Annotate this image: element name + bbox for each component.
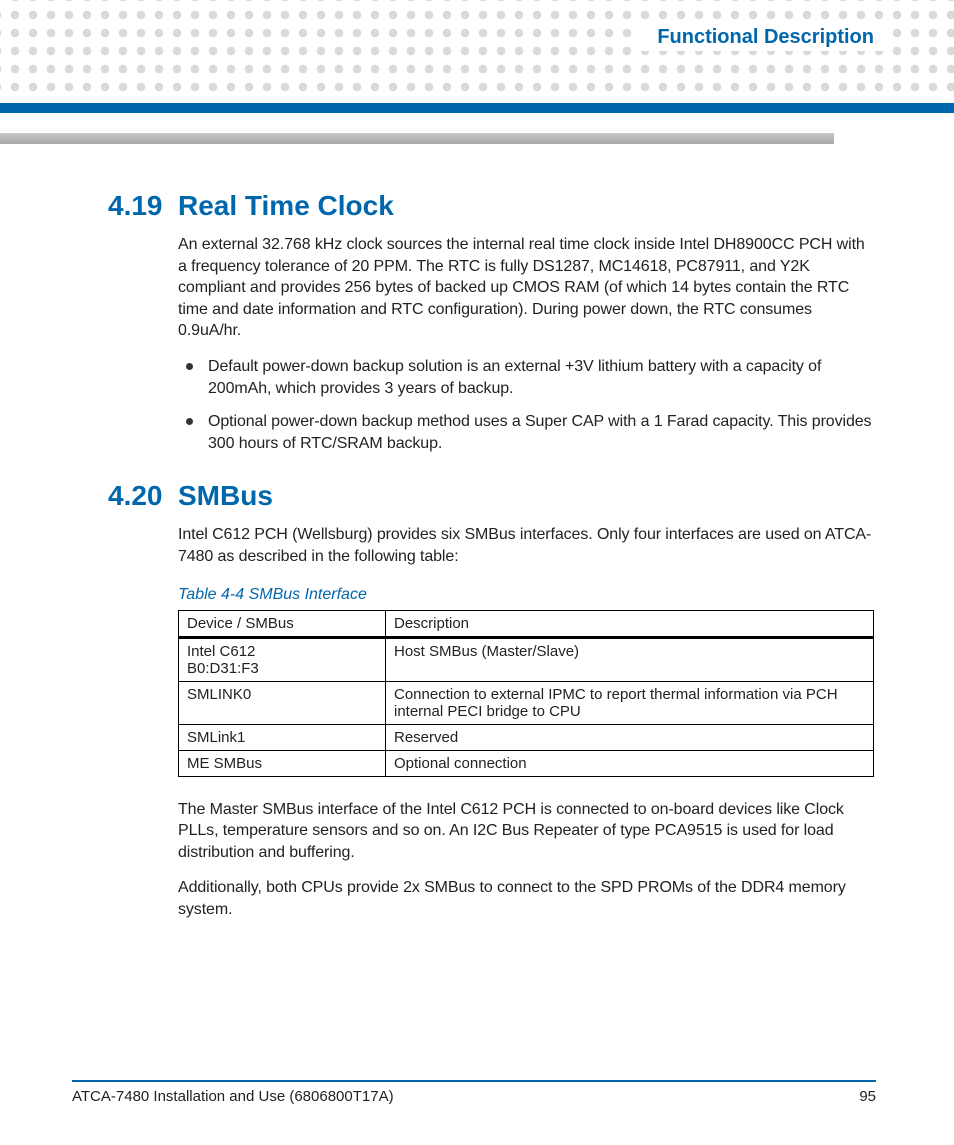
table-row: SMLINK0 Connection to external IPMC to r…	[179, 681, 874, 724]
rtc-bullet-list: Default power-down backup solution is an…	[178, 356, 874, 454]
cell-description: Reserved	[386, 724, 874, 750]
list-item: Default power-down backup solution is an…	[178, 356, 874, 399]
header-blue-rule	[0, 103, 954, 113]
section-heading-rtc: 4.19 Real Time Clock	[108, 190, 874, 222]
footer-doc-title: ATCA-7480 Installation and Use (6806800T…	[72, 1088, 394, 1105]
cell-device: SMLINK0	[179, 681, 386, 724]
section-number: 4.20	[108, 480, 178, 512]
section-title: SMBus	[178, 480, 273, 512]
cell-device: SMLink1	[179, 724, 386, 750]
section-title: Real Time Clock	[178, 190, 394, 222]
page-footer: ATCA-7480 Installation and Use (6806800T…	[72, 1080, 876, 1105]
table-header-description: Description	[386, 610, 874, 637]
cell-description: Connection to external IPMC to report th…	[386, 681, 874, 724]
list-item: Optional power-down backup method uses a…	[178, 411, 874, 454]
table-caption: Table 4-4 SMBus Interface	[178, 586, 874, 604]
section-number: 4.19	[108, 190, 178, 222]
rtc-paragraph: An external 32.768 kHz clock sources the…	[178, 234, 874, 342]
table-row: ME SMBus Optional connection	[179, 750, 874, 776]
cell-device: ME SMBus	[179, 750, 386, 776]
running-header: Functional Description	[637, 24, 884, 51]
running-header-title: Functional Description	[657, 26, 874, 48]
page-content: 4.19 Real Time Clock An external 32.768 …	[108, 170, 874, 935]
table-row: SMLink1 Reserved	[179, 724, 874, 750]
smbus-intro: Intel C612 PCH (Wellsburg) provides six …	[178, 524, 874, 567]
cell-description: Host SMBus (Master/Slave)	[386, 637, 874, 681]
table-row: Intel C612 B0:D31:F3 Host SMBus (Master/…	[179, 637, 874, 681]
smbus-paragraph-1: The Master SMBus interface of the Intel …	[178, 799, 874, 864]
footer-page-number: 95	[859, 1088, 876, 1105]
smbus-table: Device / SMBus Description Intel C612 B0…	[178, 610, 874, 777]
smbus-paragraph-2: Additionally, both CPUs provide 2x SMBus…	[178, 877, 874, 920]
footer-rule	[72, 1080, 876, 1082]
header-gray-rule	[0, 133, 834, 144]
cell-device: Intel C612 B0:D31:F3	[179, 637, 386, 681]
section-heading-smbus: 4.20 SMBus	[108, 480, 874, 512]
cell-description: Optional connection	[386, 750, 874, 776]
table-header-device: Device / SMBus	[179, 610, 386, 637]
